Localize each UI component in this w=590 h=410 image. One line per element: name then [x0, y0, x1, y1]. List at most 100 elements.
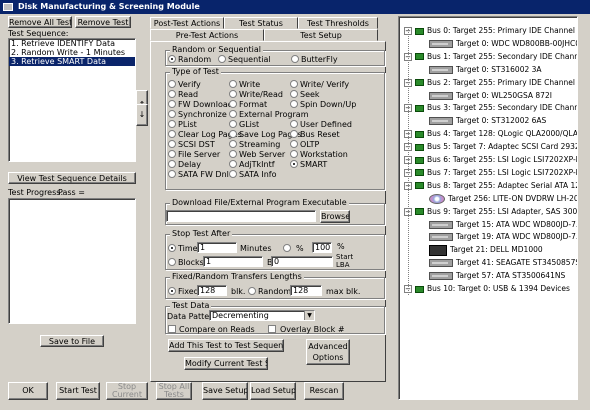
chevron-down-icon[interactable]: ▼	[304, 311, 314, 320]
tree-node-label: Bus 3: Target 255: Secondary IDE Channel	[427, 103, 578, 113]
start-test-button[interactable]: Start Test	[56, 382, 100, 400]
tree-target-node[interactable]: Target 0: ST316002 3A	[429, 64, 542, 75]
tree-target-node[interactable]: Target 41: SEAGATE ST3450857SS ...	[429, 257, 577, 268]
pass-label: Pass =	[58, 188, 85, 197]
tree-target-node[interactable]: Target 21: DELL MD1000	[429, 244, 543, 256]
test-type-radio[interactable]	[168, 130, 176, 138]
hard-drive-icon	[429, 117, 453, 126]
test-type-radio[interactable]	[229, 160, 237, 168]
test-type-radio[interactable]	[229, 90, 237, 98]
ok-button[interactable]: OK	[8, 382, 48, 400]
tree-bus-node[interactable]: Bus 5: Target 7: Adaptec SCSI Card 2932.…	[415, 141, 577, 152]
time-radio[interactable]	[168, 244, 176, 252]
tree-target-node[interactable]: Target 256: LITE-ON DVDRW LH-20...	[429, 193, 577, 204]
tree-bus-node[interactable]: Bus 6: Target 255: LSI Logic LSI7202XP-L…	[415, 154, 577, 165]
advanced-options-button[interactable]: Advanced Options	[306, 339, 350, 365]
test-type-radio[interactable]	[168, 160, 176, 168]
stop-current-test-button[interactable]: Stop Current Test	[106, 382, 148, 400]
tree-bus-node[interactable]: Bus 0: Target 255: Primary IDE Channel	[415, 25, 575, 36]
percent-field[interactable]: 100	[312, 242, 332, 253]
tree-bus-node[interactable]: Bus 9: Target 255: LSI Adapter, SAS 3000…	[415, 206, 577, 217]
random-radio[interactable]	[168, 55, 176, 63]
test-sequence-item[interactable]: 3. Retrieve SMART Data	[9, 57, 135, 66]
stop-all-tests-button[interactable]: Stop All Tests	[156, 382, 192, 400]
test-type-radio[interactable]	[290, 150, 298, 158]
test-type-radio[interactable]	[229, 110, 237, 118]
move-down-button[interactable]: ↓	[136, 104, 148, 126]
start-lba-field[interactable]: 0	[271, 256, 333, 267]
test-type-radio[interactable]	[229, 140, 237, 148]
random-max-field[interactable]: 128	[290, 285, 322, 296]
tab-pre-test-actions[interactable]: Pre-Test Actions	[150, 29, 264, 41]
percent-radio[interactable]	[283, 244, 291, 252]
test-type-radio[interactable]	[168, 100, 176, 108]
modify-current-test-step-button[interactable]: Modify Current Test Step	[184, 357, 268, 370]
fixed-blocks-field[interactable]: 128	[197, 285, 227, 296]
blocks-radio[interactable]	[168, 258, 176, 266]
test-type-radio[interactable]	[290, 160, 298, 168]
remove-all-tests-button[interactable]: Remove All Tests	[8, 16, 72, 28]
test-type-radio[interactable]	[290, 120, 298, 128]
test-type-radio[interactable]	[229, 120, 237, 128]
tab-test-thresholds[interactable]: Test Thresholds	[298, 17, 378, 29]
tree-bus-node[interactable]: Bus 4: Target 128: QLogic QLA2000/QLA...	[415, 128, 577, 139]
test-type-radio[interactable]	[168, 110, 176, 118]
test-type-radio[interactable]	[290, 80, 298, 88]
tree-target-node[interactable]: Target 0: ST312002 6AS	[429, 115, 546, 126]
test-type-radio[interactable]	[290, 100, 298, 108]
overlay-block-checkbox[interactable]	[268, 325, 276, 333]
save-setup-button[interactable]: Save Setup	[202, 382, 248, 400]
remove-test-button[interactable]: Remove Test	[75, 16, 131, 28]
sequential-radio[interactable]	[218, 55, 226, 63]
tree-target-node[interactable]: Target 19: ATA WDC WD800JD-7...	[429, 231, 577, 242]
test-type-radio[interactable]	[168, 170, 176, 178]
test-type-radio[interactable]	[290, 130, 298, 138]
test-type-radio[interactable]	[168, 120, 176, 128]
compare-on-reads-checkbox[interactable]	[168, 325, 176, 333]
download-path-field[interactable]	[166, 210, 316, 222]
test-type-label: Write/ Verify	[300, 80, 350, 89]
test-type-radio[interactable]	[229, 80, 237, 88]
tree-bus-node[interactable]: Bus 1: Target 255: Secondary IDE Channel	[415, 51, 577, 62]
blocks-field[interactable]: 1	[203, 256, 263, 267]
tab-test-setup[interactable]: Test Setup	[264, 29, 378, 41]
test-type-radio[interactable]	[229, 170, 237, 178]
test-type-radio[interactable]	[229, 130, 237, 138]
test-type-radio[interactable]	[168, 140, 176, 148]
tab-test-status[interactable]: Test Status	[224, 17, 298, 29]
hard-drive-icon	[429, 220, 453, 229]
test-sequence-list[interactable]: 1. Retrieve IDENTIFY Data 2. Random Write…	[8, 38, 136, 162]
test-type-radio[interactable]	[168, 150, 176, 158]
rescan-button[interactable]: Rescan	[304, 382, 344, 400]
random-transfer-radio[interactable]	[248, 287, 256, 295]
view-test-sequence-details-button[interactable]: View Test Sequence Details	[8, 172, 136, 184]
test-type-radio[interactable]	[229, 100, 237, 108]
browse-button[interactable]: Browse	[320, 210, 350, 223]
test-type-label: Write/Read	[239, 90, 283, 99]
data-pattern-select[interactable]: Decrementing ▼	[209, 310, 315, 321]
tree-bus-node[interactable]: Bus 8: Target 255: Adaptec Serial ATA 12…	[415, 180, 577, 191]
tree-bus-node[interactable]: Bus 10: Target 0: USB & 1394 Devices	[415, 283, 570, 294]
test-sequence-item[interactable]: 2. Random Write - 1 Minutes	[9, 48, 135, 57]
device-tree[interactable]: Bus 0: Target 255: Primary IDE Channel − T…	[398, 16, 578, 400]
time-field[interactable]: 1	[197, 242, 237, 253]
butterfly-radio[interactable]	[291, 55, 299, 63]
test-type-radio[interactable]	[290, 140, 298, 148]
tab-post-test-actions[interactable]: Post-Test Actions	[150, 17, 224, 29]
test-type-radio[interactable]	[229, 150, 237, 158]
fixed-radio[interactable]	[168, 287, 176, 295]
tree-bus-node[interactable]: Bus 3: Target 255: Secondary IDE Channel	[415, 102, 578, 113]
add-test-to-sequence-button[interactable]: Add This Test to Test Sequence	[168, 339, 284, 352]
tree-target-node[interactable]: Target 57: ATA ST3500641NS	[429, 270, 565, 281]
test-type-radio[interactable]	[290, 90, 298, 98]
tree-target-node[interactable]: Target 0: WDC WD800BB-00JHC0	[429, 38, 577, 49]
tree-bus-node[interactable]: Bus 7: Target 255: LSI Logic LSI7202XP-L…	[415, 167, 577, 178]
test-type-radio[interactable]	[168, 80, 176, 88]
tree-target-node[interactable]: Target 15: ATA WDC WD800JD-7...	[429, 219, 577, 230]
tree-target-node[interactable]: Target 0: WL250GSA 872I	[429, 90, 552, 101]
save-to-file-button[interactable]: Save to File	[40, 335, 104, 347]
test-type-radio[interactable]	[168, 90, 176, 98]
tree-bus-node[interactable]: Bus 2: Target 255: Primary IDE Channel	[415, 77, 575, 88]
load-setup-button[interactable]: Load Setup	[250, 382, 296, 400]
test-sequence-item[interactable]: 1. Retrieve IDENTIFY Data	[9, 39, 135, 48]
